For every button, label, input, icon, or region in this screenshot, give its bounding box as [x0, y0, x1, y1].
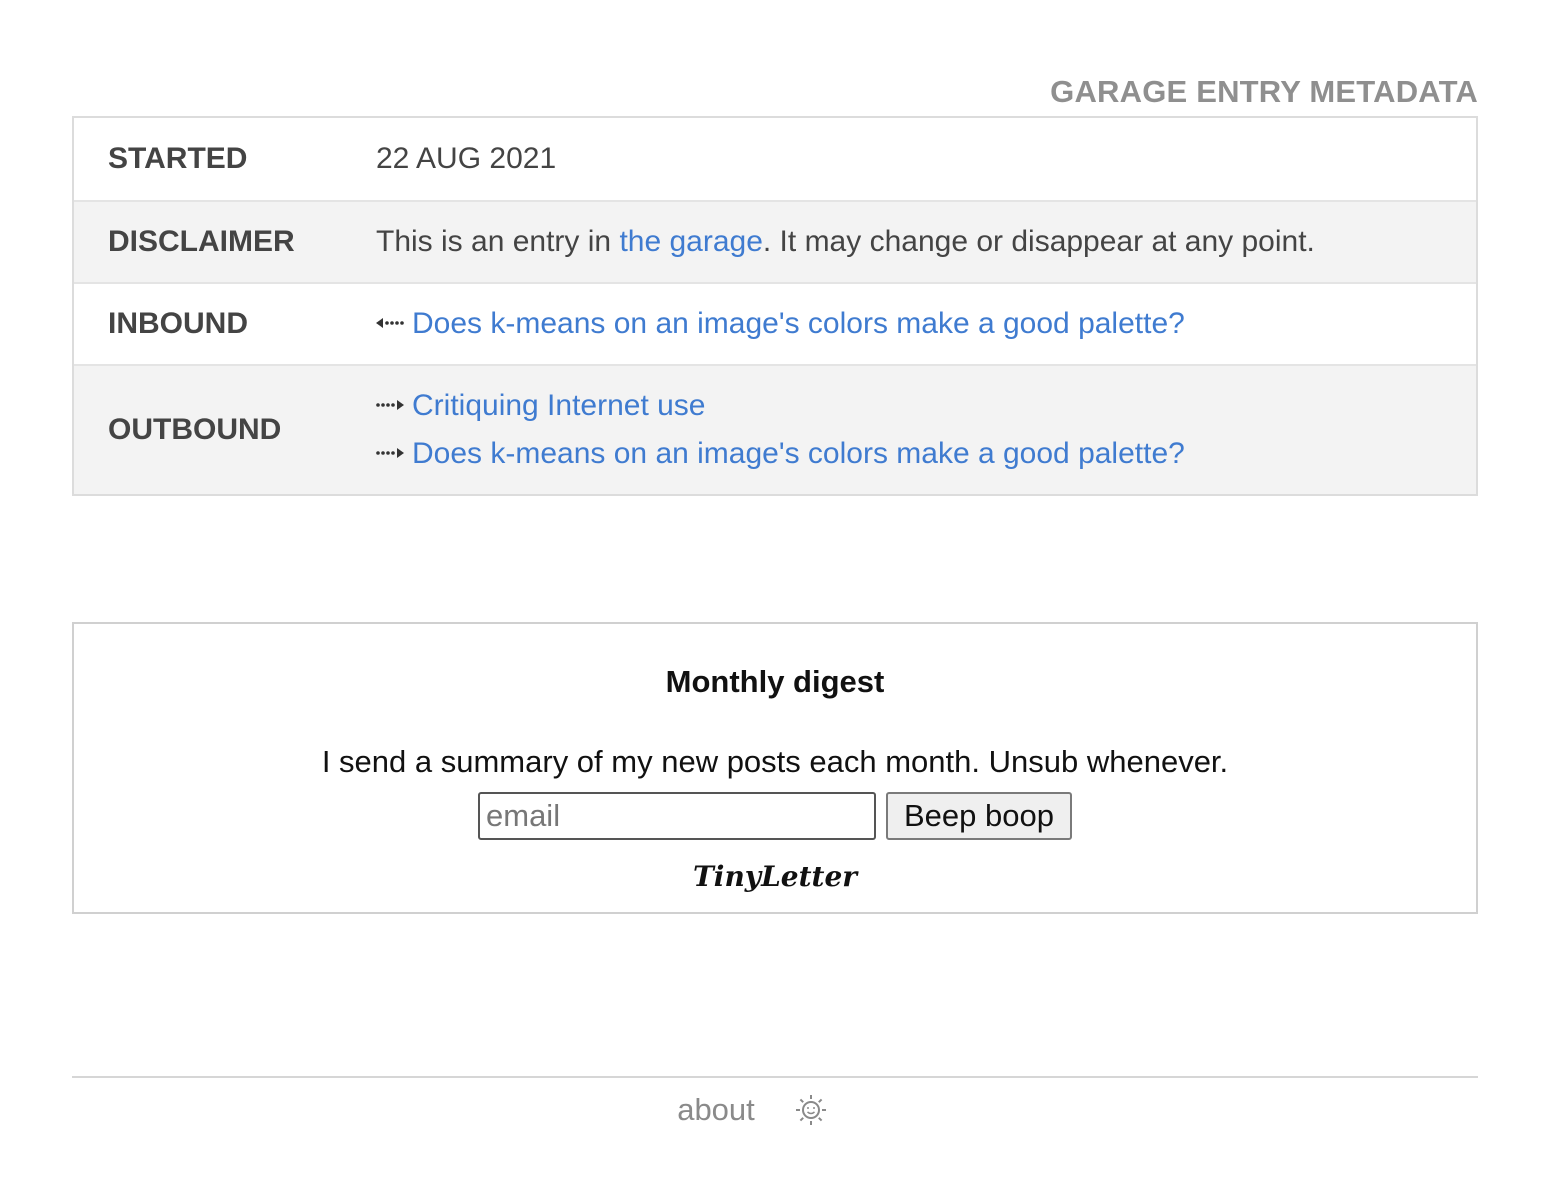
left-arrow-icon [376, 313, 406, 336]
sun-icon[interactable] [795, 1094, 827, 1126]
newsletter-box: Monthly digest I send a summary of my ne… [72, 622, 1478, 914]
digest-description: I send a summary of my new posts each mo… [321, 744, 1229, 779]
right-arrow-icon [376, 395, 406, 418]
inbound-link[interactable]: Does k-means on an image's colors make a… [412, 307, 1185, 341]
garage-link[interactable]: the garage [619, 225, 762, 258]
outbound-row: OUTBOUND Critiquing Internet use Does k-… [74, 364, 1476, 494]
disclaimer-text: This is an entry in the garage. It may c… [376, 225, 1315, 259]
footer-divider [72, 1076, 1478, 1078]
outbound-item: Critiquing Internet use [376, 382, 1185, 430]
subscribe-form: Beep boop [74, 792, 1476, 840]
inbound-label: INBOUND [108, 307, 248, 340]
email-input[interactable] [478, 792, 876, 840]
inbound-list: Does k-means on an image's colors make a… [376, 300, 1185, 348]
footer: about [0, 1092, 1564, 1128]
about-link[interactable]: about [677, 1092, 755, 1128]
outbound-item: Does k-means on an image's colors make a… [376, 430, 1185, 478]
disclaimer-prefix: This is an entry in [376, 225, 620, 258]
disclaimer-label: DISCLAIMER [108, 225, 295, 258]
disclaimer-suffix: . It may change or disappear at any poin… [762, 225, 1315, 258]
digest-title: Monthly digest [665, 664, 885, 699]
disclaimer-row: DISCLAIMER This is an entry in the garag… [74, 200, 1476, 282]
inbound-item: Does k-means on an image's colors make a… [376, 300, 1185, 348]
started-row: STARTED 22 AUG 2021 [74, 118, 1476, 200]
inbound-row: INBOUND Does k-means on an image's color… [74, 282, 1476, 364]
outbound-list: Critiquing Internet use Does k-means on … [376, 382, 1185, 478]
metadata-table: STARTED 22 AUG 2021 DISCLAIMER This is a… [72, 116, 1478, 496]
tinyletter-logo[interactable]: TinyLetter [74, 860, 1476, 893]
started-value: 22 AUG 2021 [376, 142, 557, 175]
outbound-link[interactable]: Does k-means on an image's colors make a… [412, 437, 1185, 471]
started-label: STARTED [108, 142, 248, 175]
right-arrow-icon [376, 443, 406, 466]
metadata-caption: GARAGE ENTRY METADATA [1050, 74, 1478, 109]
outbound-label: OUTBOUND [108, 413, 282, 446]
subscribe-button[interactable]: Beep boop [886, 792, 1072, 840]
outbound-link[interactable]: Critiquing Internet use [412, 389, 706, 423]
